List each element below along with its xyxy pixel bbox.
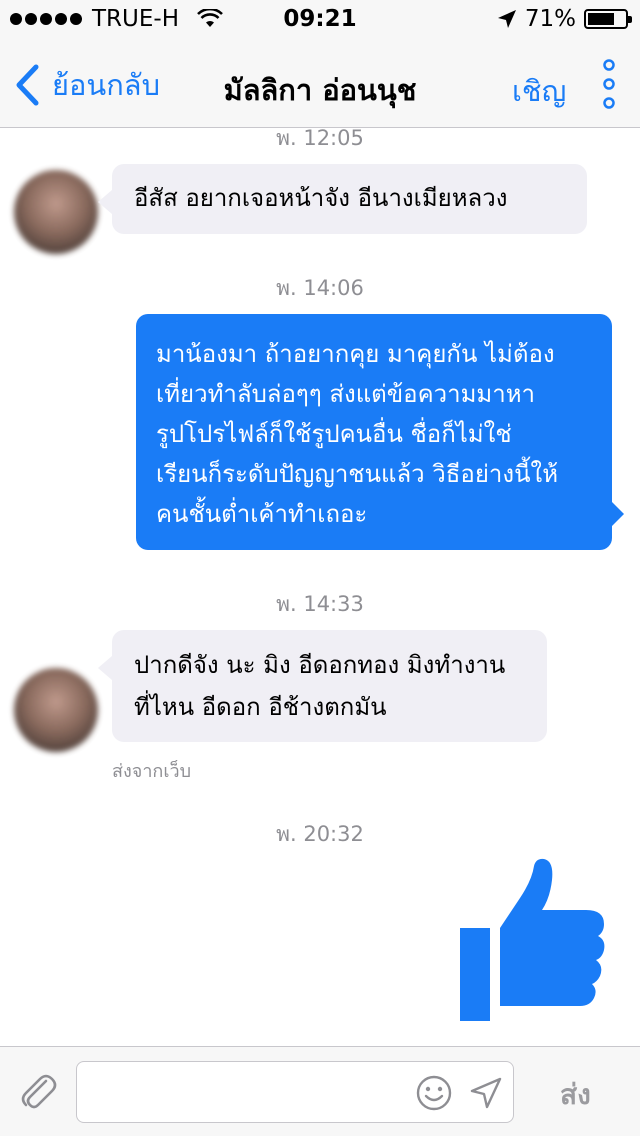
back-chevron-icon — [16, 64, 39, 106]
send-button[interactable]: ส่ง — [560, 1073, 591, 1117]
like-thumb-icon[interactable] — [458, 858, 608, 1023]
nav-bar: ย้อนกลับ มัลลิกา อ่อนนุช เชิญ — [0, 40, 640, 128]
timestamp: พ. 20:32 — [276, 822, 364, 846]
emoji-icon[interactable] — [415, 1074, 453, 1112]
status-bar: TRUE-H 09:21 71% — [0, 0, 640, 40]
timestamp: พ. 14:33 — [276, 592, 364, 616]
timestamp: พ. 12:05 — [276, 128, 364, 150]
outgoing-message-bubble[interactable]: มาน้องมา ถ้าอยากคุย มาคุยกัน ไม่ต้อง เที… — [136, 314, 624, 550]
back-label: ย้อนกลับ — [52, 68, 160, 102]
timestamp: พ. 14:06 — [276, 276, 364, 300]
incoming-message-bubble[interactable]: อีสัส อยากเจอหน้าจัง อีนางเมียหลวง — [98, 164, 587, 234]
location-arrow-icon — [497, 10, 516, 28]
battery-icon — [584, 9, 632, 29]
sent-from-web-label: ส่งจากเว็บ — [112, 761, 192, 782]
avatar[interactable] — [14, 170, 98, 254]
invite-button[interactable]: เชิญ — [512, 68, 566, 114]
back-button[interactable]: ย้อนกลับ — [14, 62, 160, 108]
paperclip-icon[interactable] — [16, 1069, 60, 1113]
avatar[interactable] — [14, 668, 98, 752]
more-dots-icon[interactable] — [596, 58, 622, 110]
messenger-screen: TRUE-H 09:21 71% ย้อนกลับ มัลลิกา อ่อนนุ… — [0, 0, 640, 1136]
message-field[interactable] — [76, 1061, 514, 1123]
location-send-icon[interactable] — [469, 1076, 503, 1110]
battery-percent: 71% — [524, 6, 576, 32]
incoming-message-bubble[interactable]: ปากดีจัง นะ มิง อีดอกทอง มิงทำงาน ที่ไหน… — [98, 630, 547, 742]
status-right: 71% — [497, 6, 632, 32]
message-input[interactable] — [89, 1072, 413, 1114]
message-input-bar: ส่ง — [0, 1046, 640, 1136]
chat-thread[interactable]: พ. 12:05 อีสัส อยากเจอหน้าจัง อีนางเมียห… — [0, 128, 640, 1046]
battery-fill — [588, 13, 614, 25]
